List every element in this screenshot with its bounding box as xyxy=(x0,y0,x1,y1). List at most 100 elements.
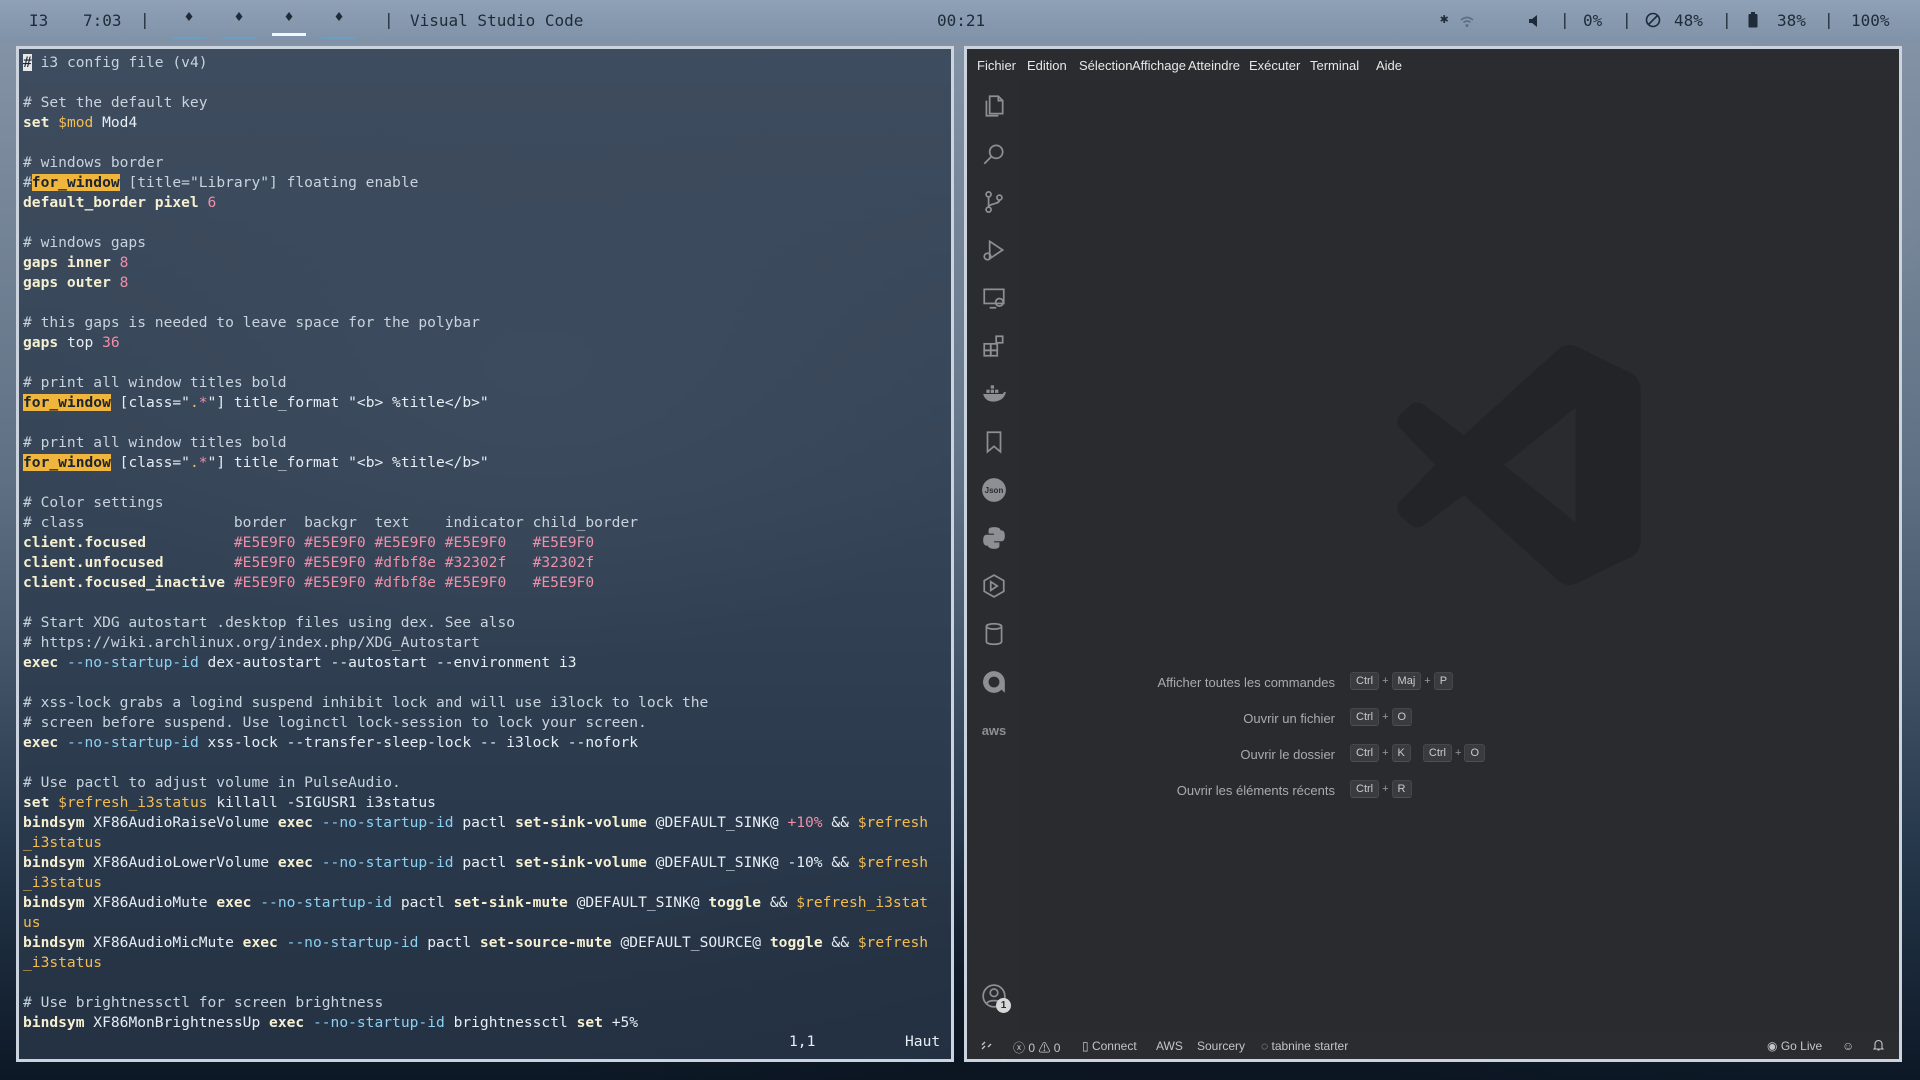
bookmarks-icon[interactable] xyxy=(979,427,1009,457)
shortcut-row[interactable]: Ouvrir un fichier Ctrl + O xyxy=(1020,708,1413,730)
remote-explorer-icon[interactable] xyxy=(979,283,1009,313)
terminal-line: for_window [class=".*"] title_format "<b… xyxy=(23,393,951,413)
menu-item-atteindre[interactable]: Atteindre xyxy=(1188,58,1240,73)
terminal-line: exec --no-startup-id dex-autostart --aut… xyxy=(23,653,951,673)
top-bar: I3 7:03 | ♦ ♦ ♦ ♦ | Visual Studio Code 00:2… xyxy=(0,0,1920,42)
go-live-button[interactable]: ◉ Go Live xyxy=(1767,1039,1822,1053)
terminal-line: # print all window titles bold xyxy=(23,433,951,453)
code-token: # Color settings xyxy=(23,494,164,511)
code-token: for_window xyxy=(23,394,111,411)
workspace-4-button[interactable]: ♦ xyxy=(322,8,356,39)
accounts-badge: 1 xyxy=(996,998,1011,1013)
terminal-line: for_window [class=".*"] title_format "<b… xyxy=(23,453,951,473)
menu-item-terminal[interactable]: Terminal xyxy=(1310,58,1359,73)
terminal-line: # Use brightnessctl for screen brightnes… xyxy=(23,993,951,1013)
menu-item-sélection[interactable]: Sélection xyxy=(1079,58,1132,73)
connect-item[interactable]: ▯ Connect xyxy=(1082,1039,1137,1053)
code-token: --no-startup-id xyxy=(286,934,428,951)
code-token: . xyxy=(189,394,199,411)
code-token: 8 xyxy=(119,274,129,291)
terminal-line: default_border pixel 6 xyxy=(23,193,951,213)
tabnine-status[interactable]: ◌ tabnine starter xyxy=(1261,1039,1348,1053)
run-debug-icon[interactable] xyxy=(979,235,1009,265)
separator: | xyxy=(1722,10,1732,29)
code-token: 8 xyxy=(119,254,129,271)
key-plus: + xyxy=(1455,747,1462,759)
bluetooth-icon[interactable]: ✱ xyxy=(1440,11,1448,27)
wifi-icon[interactable] xyxy=(1460,13,1474,32)
workspace-1-button[interactable]: ♦ xyxy=(172,8,206,39)
menu-item-affichage[interactable]: Affichage xyxy=(1132,58,1186,73)
code-token: _i3status xyxy=(23,954,103,971)
shortcut-label[interactable]: Ouvrir les éléments récents xyxy=(1177,783,1335,798)
code-token: XF86AudioMute xyxy=(93,894,217,911)
terminal-line: # Start XDG autostart .desktop files usi… xyxy=(23,613,951,633)
code-token: $refresh xyxy=(857,934,929,951)
sourcery-icon[interactable] xyxy=(979,667,1009,697)
code-token: set-sink-volume xyxy=(515,854,656,871)
shortcut-row[interactable]: Ouvrir le dossier Ctrl + K Ctrl + O xyxy=(1020,744,1485,766)
key-cap: O xyxy=(1391,708,1413,726)
key-cap: Ctrl xyxy=(1422,744,1452,762)
terminal-line: set $refresh_i3status killall -SIGUSR1 i… xyxy=(23,793,951,813)
files-icon[interactable] xyxy=(979,91,1009,121)
shortcut-label[interactable]: Ouvrir le dossier xyxy=(1240,747,1335,762)
terminal-line: set $mod Mod4 xyxy=(23,113,951,133)
extensions-icon[interactable] xyxy=(979,331,1009,361)
menu-item-aide[interactable]: Aide xyxy=(1376,58,1402,73)
feedback-icon[interactable]: ☺ xyxy=(1842,1039,1854,1053)
code-token: $mod xyxy=(58,114,103,131)
terminal-line: # i3 config file (v4) xyxy=(23,53,951,73)
accounts-icon[interactable]: 1 xyxy=(979,981,1011,1013)
speaker-icon[interactable] xyxy=(1528,13,1540,32)
code-token: --no-startup-id xyxy=(312,1014,454,1031)
error-icon: ⓧ xyxy=(1013,1041,1026,1055)
shortcut-row[interactable]: Ouvrir les éléments récents Ctrl + R xyxy=(1020,780,1412,802)
code-token: --no-startup-id xyxy=(321,854,463,871)
code-token: # Use brightnessctl for screen brightnes… xyxy=(23,994,384,1011)
workspace-3-button[interactable]: ♦ xyxy=(272,8,306,36)
terminal-line: _i3status xyxy=(23,953,951,973)
gem-icon: ♦ xyxy=(184,8,194,26)
search-icon[interactable] xyxy=(979,139,1009,169)
notifications-bell-icon[interactable] xyxy=(1872,1039,1885,1054)
database-icon[interactable] xyxy=(979,619,1009,649)
code-token: && xyxy=(769,894,797,911)
remote-indicator-icon[interactable] xyxy=(981,1039,992,1053)
gem-icon: ♦ xyxy=(234,8,244,26)
code-token: toggle xyxy=(708,894,770,911)
shortcut-label[interactable]: Ouvrir un fichier xyxy=(1243,711,1335,726)
source-control-icon[interactable] xyxy=(979,187,1009,217)
json-icon[interactable]: Json xyxy=(979,475,1009,505)
menu-item-fichier[interactable]: Fichier xyxy=(977,58,1016,73)
terminal-window[interactable]: # i3 config file (v4) # Set the default k… xyxy=(16,46,954,1062)
key-plus: + xyxy=(1382,711,1389,723)
problems-indicator[interactable]: ⓧ 0 ⚠ 0 xyxy=(1013,1039,1060,1056)
sourcery-status[interactable]: Sourcery xyxy=(1197,1039,1245,1053)
menu-item-exécuter[interactable]: Exécuter xyxy=(1249,58,1300,73)
code-token: default_border pixel xyxy=(23,194,208,211)
terminal-text[interactable]: # i3 config file (v4) # Set the default k… xyxy=(19,49,951,1059)
kubernetes-icon[interactable] xyxy=(979,571,1009,601)
workspace-2-button[interactable]: ♦ xyxy=(222,8,256,39)
shortcut-row[interactable]: Afficher toutes les commandes Ctrl + Maj + P xyxy=(1020,672,1454,694)
code-token: @DEFAULT_SINK@ xyxy=(576,894,709,911)
python-icon[interactable] xyxy=(979,523,1009,553)
terminal-line: # Use pactl to adjust volume in PulseAud… xyxy=(23,773,951,793)
shortcut-label[interactable]: Afficher toutes les commandes xyxy=(1157,675,1335,690)
code-token: top xyxy=(66,334,103,351)
code-token: # print all window titles bold xyxy=(23,434,287,451)
aws-icon[interactable]: aws xyxy=(979,715,1009,745)
terminal-line: bindsym XF86AudioMicMute exec --no-start… xyxy=(23,933,951,953)
menu-bar: Fichier Edition Sélection Affichage Atteindr… xyxy=(967,49,1899,81)
terminal-line: bindsym XF86MonBrightnessUp exec --no-st… xyxy=(23,1013,951,1033)
aws-status[interactable]: AWS xyxy=(1156,1039,1183,1053)
menu-item-edition[interactable]: Edition xyxy=(1027,58,1067,73)
brightness-icon xyxy=(1645,12,1661,32)
code-token: XF86AudioLowerVolume xyxy=(93,854,278,871)
key-cap: K xyxy=(1391,744,1411,762)
docker-icon[interactable] xyxy=(979,379,1009,409)
vscode-window[interactable]: Fichier Edition Sélection Affichage Atteindr… xyxy=(964,46,1902,1062)
